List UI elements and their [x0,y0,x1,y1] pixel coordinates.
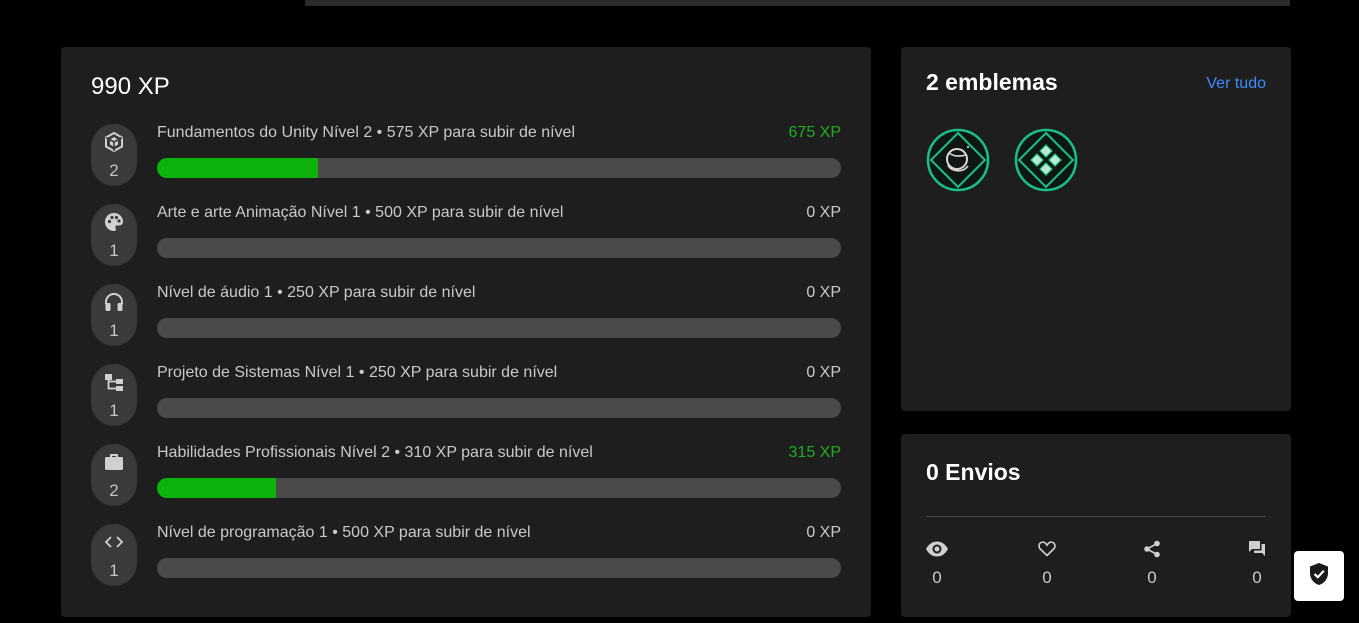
level-number: 1 [109,561,119,580]
comments-stat: 0 [1237,538,1277,588]
xp-to-next-level: 500 XP para subir de nível [375,204,564,221]
skill-row-unity[interactable]: 2 Fundamentos do Unity Nível 2 • 575 XP … [91,124,841,190]
xp-to-next-level: 250 XP para subir de nível [368,364,558,381]
shares-count: 0 [1147,568,1157,587]
share-icon [1132,538,1172,560]
progress-bar [157,478,841,498]
separator: • [376,124,383,141]
progress-fill [157,478,277,498]
level-pill: 2 [91,124,137,186]
code-icon [91,531,137,553]
skill-xp: 315 XP [788,444,841,461]
level-pill: 1 [91,524,137,586]
separator: • [365,204,371,221]
skill-xp: 0 XP [806,364,841,381]
level-number: 2 [109,161,119,180]
likes-count: 0 [1042,568,1052,587]
shield-check-icon [1308,562,1330,591]
progress-fill [157,158,318,178]
skill-xp: 0 XP [806,284,841,301]
heart-icon [1027,538,1067,560]
xp-to-next-level: 310 XP para subir de nível [404,444,593,461]
progress-bar [157,318,841,338]
xp-card: 990 XP 2 Fundamentos do Unity Nível 2 • … [61,47,871,617]
skill-description: Nível de programação 1 • 500 XP para sub… [157,524,531,542]
skill-row-art[interactable]: 1 Arte e arte Animação Nível 1 • 500 XP … [91,204,841,270]
skill-xp: 675 XP [788,124,841,141]
skill-title: Projeto de Sistemas Nível 1 [157,364,355,381]
skill-title: Arte e arte Animação Nível 1 [157,204,361,221]
skill-row-professional[interactable]: 2 Habilidades Profissionais Nível 2 • 31… [91,444,841,510]
xp-to-next-level: 250 XP para subir de nível [287,284,476,301]
skill-xp: 0 XP [806,524,841,541]
skill-description: Nível de áudio 1 • 250 XP para subir de … [157,284,475,302]
privacy-shield-button[interactable] [1294,551,1344,601]
headphones-icon [91,291,137,313]
palette-icon [91,211,137,233]
skill-row-audio[interactable]: 1 Nível de áudio 1 • 250 XP para subir d… [91,284,841,350]
level-pill: 1 [91,204,137,266]
skill-row-programming[interactable]: 1 Nível de programação 1 • 500 XP para s… [91,524,841,590]
comments-icon [1237,538,1277,560]
eye-icon [917,538,957,560]
views-count: 0 [932,568,942,587]
diamonds-badge-icon[interactable] [1014,128,1078,192]
hierarchy-icon [91,371,137,393]
likes-stat: 0 [1027,538,1067,588]
separator: • [277,284,283,301]
unity-icon [91,131,137,153]
progress-bar [157,398,841,418]
level-number: 1 [109,321,119,340]
level-number: 1 [109,401,119,420]
divider [926,516,1266,517]
comments-count: 0 [1252,568,1262,587]
level-pill: 1 [91,284,137,346]
views-stat: 0 [917,538,957,588]
separator: • [394,444,401,461]
level-number: 2 [109,481,119,500]
skill-description: Projeto de Sistemas Nível 1 • 250 XP par… [157,364,557,382]
xp-total: 990 XP [91,73,170,100]
xp-to-next-level: 500 XP para subir de nível [342,524,531,541]
skill-title: Nível de programação 1 [157,524,328,541]
submissions-title: 0 Envios [926,459,1021,485]
progress-bar [157,238,841,258]
planet-badge-icon[interactable] [926,128,990,192]
progress-bar [157,158,841,178]
submissions-card: 0 Envios 0 0 0 0 [901,434,1291,617]
view-all-link[interactable]: Ver tudo [1206,75,1266,93]
skill-description: Arte e arte Animação Nível 1 • 500 XP pa… [157,204,563,222]
badges-title: 2 emblemas [926,69,1058,95]
separator: • [358,364,365,381]
skill-description: Habilidades Profissionais Nível 2 • 310 … [157,444,593,462]
briefcase-icon [91,451,137,473]
skill-xp: 0 XP [806,204,841,221]
level-pill: 1 [91,364,137,426]
xp-to-next-level: 575 XP para subir de nível [386,124,576,141]
skill-title: Fundamentos do Unity Nível 2 [157,124,373,141]
top-scroll-bar [305,0,1290,6]
level-number: 1 [109,241,119,260]
skill-title: Nível de áudio 1 [157,284,273,301]
level-pill: 2 [91,444,137,506]
separator: • [332,524,338,541]
shares-stat: 0 [1132,538,1172,588]
badges-card: 2 emblemas Ver tudo [901,47,1291,411]
skill-description: Fundamentos do Unity Nível 2 • 575 XP pa… [157,124,575,142]
skill-row-systems[interactable]: 1 Projeto de Sistemas Nível 1 • 250 XP p… [91,364,841,430]
skill-title: Habilidades Profissionais Nível 2 [157,444,390,461]
progress-bar [157,558,841,578]
